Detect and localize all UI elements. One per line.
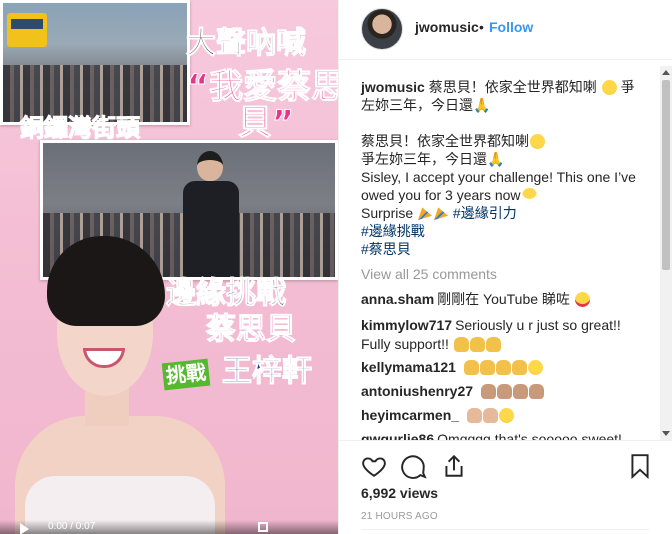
clapping-hands-icon: [479, 360, 495, 375]
scroll-down-arrow-icon[interactable]: [662, 431, 670, 436]
comment-username[interactable]: kimmylow717: [361, 317, 452, 333]
laughing-emoji-icon: [530, 134, 545, 149]
comment-username[interactable]: heyimcarmen_: [361, 407, 459, 423]
party-popper-icon: [434, 207, 449, 220]
post-timestamp[interactable]: 21 HOURS AGO: [361, 511, 438, 522]
comment-username[interactable]: kellymama121: [361, 359, 456, 375]
avatar[interactable]: [361, 8, 403, 50]
overlay-text-name: 蔡思貝: [206, 312, 297, 347]
clapping-hands-icon: [485, 337, 501, 352]
clapping-hands-icon: [512, 384, 528, 399]
view-count[interactable]: 6,992 views: [361, 485, 438, 501]
scrollbar-thumb[interactable]: [662, 80, 670, 270]
comment-text: Fully support!!: [361, 336, 449, 352]
hashtag-link[interactable]: #邊緣挑戰: [361, 222, 657, 240]
clapping-hands-icon: [495, 360, 511, 375]
comments-scrollbar[interactable]: [660, 66, 672, 440]
laughing-emoji-icon: [498, 408, 514, 423]
clapping-hands-icon: [482, 408, 498, 423]
overlay-text-quote: “我愛蔡思貝”: [186, 67, 338, 143]
clapping-hands-icon: [453, 337, 469, 352]
caption-line-2: 左妳三年，今日還🙏: [361, 97, 491, 113]
clapping-hands-icon: [511, 360, 527, 375]
clapping-hands-icon: [466, 408, 482, 423]
comment-item: heyimcarmen_: [361, 406, 657, 425]
party-popper-icon: [418, 207, 433, 220]
comment-item: anna.sham 剛剛在 YouTube 睇咗: [361, 290, 657, 309]
header-username[interactable]: jwomusic: [415, 19, 479, 35]
comment-item: kellymama121: [361, 358, 657, 377]
laughing-emoji-icon: [527, 360, 543, 375]
clapping-hands-icon: [469, 337, 485, 352]
clapping-hands-icon: [480, 384, 496, 399]
view-all-comments-link[interactable]: View all 25 comments: [361, 266, 497, 282]
divider: [361, 529, 649, 530]
share-icon[interactable]: [441, 453, 467, 479]
post-panel: jwomusic • Follow jwomusic 蔡思貝！依家全世界都知喇 爭…: [338, 0, 672, 534]
overlay-text-edge-challenge: 邊緣挑戰: [166, 276, 287, 311]
bus-graphic: [7, 13, 47, 47]
comment-text: Omgggg that's sooooo sweet!: [437, 431, 622, 440]
laughing-emoji-icon: [601, 80, 617, 95]
overlay-text-challenge: 挑戰: [161, 358, 211, 391]
scroll-up-arrow-icon[interactable]: [662, 70, 670, 75]
street-photo-causeway-bay: [0, 0, 190, 125]
clapping-hands-icon: [528, 384, 544, 399]
video-time: 0:00 / 0:07: [48, 521, 96, 532]
post-actions: 6,992 views 21 HOURS AGO: [339, 440, 672, 534]
comment-item: kimmylow717 Seriously u r just so great!!…: [361, 316, 657, 354]
caption-line-3: 蔡思貝！依家全世界都知喇: [361, 133, 529, 149]
comment-text: Seriously u r just so great!!: [455, 317, 621, 333]
heart-icon[interactable]: [361, 453, 387, 479]
video-controls: 0:00 / 0:07: [0, 520, 338, 534]
comment-icon[interactable]: [401, 453, 427, 479]
bookmark-icon[interactable]: [627, 453, 653, 480]
caption-line-5: Sisley, I accept your challenge! This on…: [361, 169, 636, 185]
heart-eyes-emoji-icon: [574, 292, 590, 307]
caption-line-1b: 爭: [620, 79, 635, 95]
caption-line-1: 蔡思貝！依家全世界都知喇: [428, 79, 597, 95]
caption-line-4: 爭左妳三年，今日還🙏: [361, 151, 505, 167]
comment-item: antoniushenry27: [361, 382, 657, 401]
overlay-text-shout: 大聲吶喊: [186, 26, 307, 61]
post-header: jwomusic • Follow: [339, 0, 672, 60]
hashtag-link[interactable]: #蔡思貝: [361, 240, 657, 258]
comments-area[interactable]: jwomusic 蔡思貝！依家全世界都知喇 爭 左妳三年，今日還🙏 蔡思貝！依家全…: [339, 70, 669, 440]
caption-line-6: owed you for 3 years now: [361, 187, 521, 203]
post-caption: jwomusic 蔡思貝！依家全世界都知喇 爭 左妳三年，今日還🙏 蔡思貝！依家全…: [361, 78, 657, 258]
comment-username[interactable]: gwgurlie86: [361, 431, 434, 440]
comment-username[interactable]: antoniushenry27: [361, 383, 473, 399]
grimacing-emoji-icon: [521, 188, 537, 203]
follow-button[interactable]: Follow: [489, 19, 533, 35]
hashtag-link[interactable]: #邊緣引力: [453, 205, 517, 221]
clapping-hands-icon: [496, 384, 512, 399]
post-video[interactable]: 大聲吶喊 “我愛蔡思貝” 銅鑼灣街頭 邊緣挑戰 蔡思貝 挑戰 王梓軒 0:00 …: [0, 0, 338, 534]
fullscreen-icon[interactable]: [258, 522, 268, 532]
comment-username[interactable]: anna.sham: [361, 291, 434, 307]
comment-item: gwgurlie86 Omgggg that's sooooo sweet!: [361, 430, 657, 440]
separator-dot: •: [479, 19, 484, 35]
caption-username[interactable]: jwomusic: [361, 79, 425, 95]
comment-text: 剛剛在 YouTube 睇咗: [437, 291, 570, 307]
caption-line-7: Surprise: [361, 205, 414, 221]
play-icon[interactable]: [20, 523, 29, 534]
clapping-hands-icon: [463, 360, 479, 375]
overlay-text-place: 銅鑼灣街頭: [20, 114, 141, 142]
overlay-text-target: 王梓軒: [222, 354, 313, 389]
